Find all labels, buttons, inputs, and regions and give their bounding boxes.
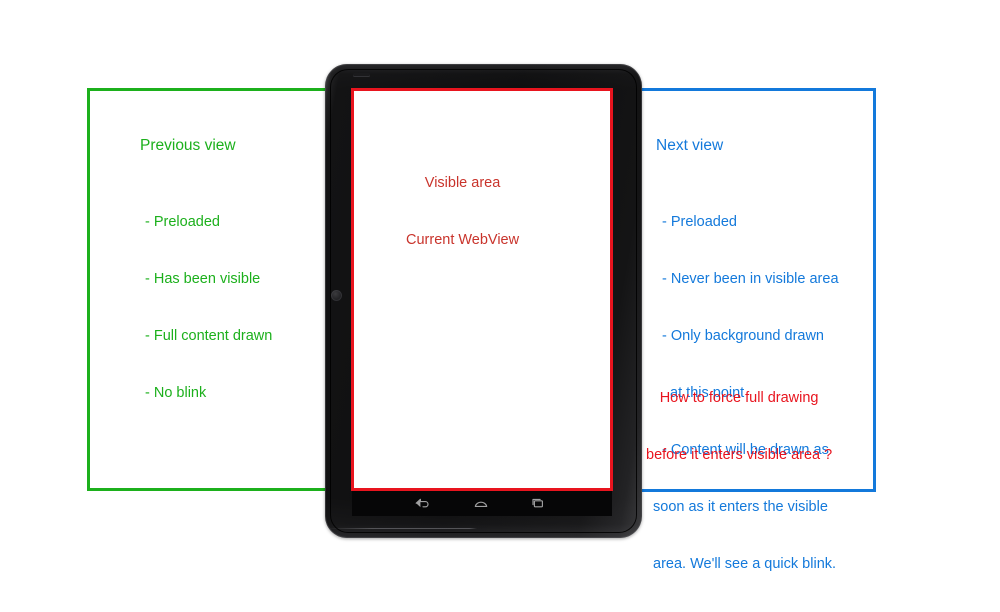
list-item: - No blink — [145, 385, 207, 401]
list-item: - Preloaded — [662, 214, 737, 230]
visible-area-label: Visible area Current WebView — [406, 136, 519, 288]
question-line-1: How to force full drawing — [659, 390, 819, 406]
home-icon[interactable] — [473, 496, 489, 510]
question-callout: How to force full drawing before it ente… — [646, 351, 832, 503]
front-camera-icon — [331, 290, 342, 301]
list-item: - Preloaded — [145, 214, 220, 230]
previous-view-bullets: - Preloaded - Has been visible - Full co… — [145, 175, 272, 441]
device-seam-line — [327, 528, 477, 529]
list-item: area. We'll see a quick blink. — [653, 556, 837, 572]
list-item: - Full content drawn — [145, 328, 273, 344]
list-item: - Never been in visible area — [662, 271, 839, 287]
visible-area-line-1: Visible area — [424, 175, 501, 191]
question-line-2: before it enters visible area ? — [646, 447, 833, 463]
speaker-grille-icon — [353, 73, 370, 76]
next-view-title: Next view — [656, 137, 724, 154]
android-navigation-bar — [352, 490, 612, 516]
list-item: - Only background drawn — [662, 328, 824, 344]
list-item: - Has been visible — [145, 271, 261, 287]
visible-area-line-2: Current WebView — [406, 232, 520, 248]
back-icon[interactable] — [414, 496, 430, 510]
diagram-canvas: Previous view - Preloaded - Has been vis… — [0, 0, 1000, 597]
previous-view-title: Previous view — [140, 137, 236, 154]
recents-icon[interactable] — [530, 496, 546, 510]
